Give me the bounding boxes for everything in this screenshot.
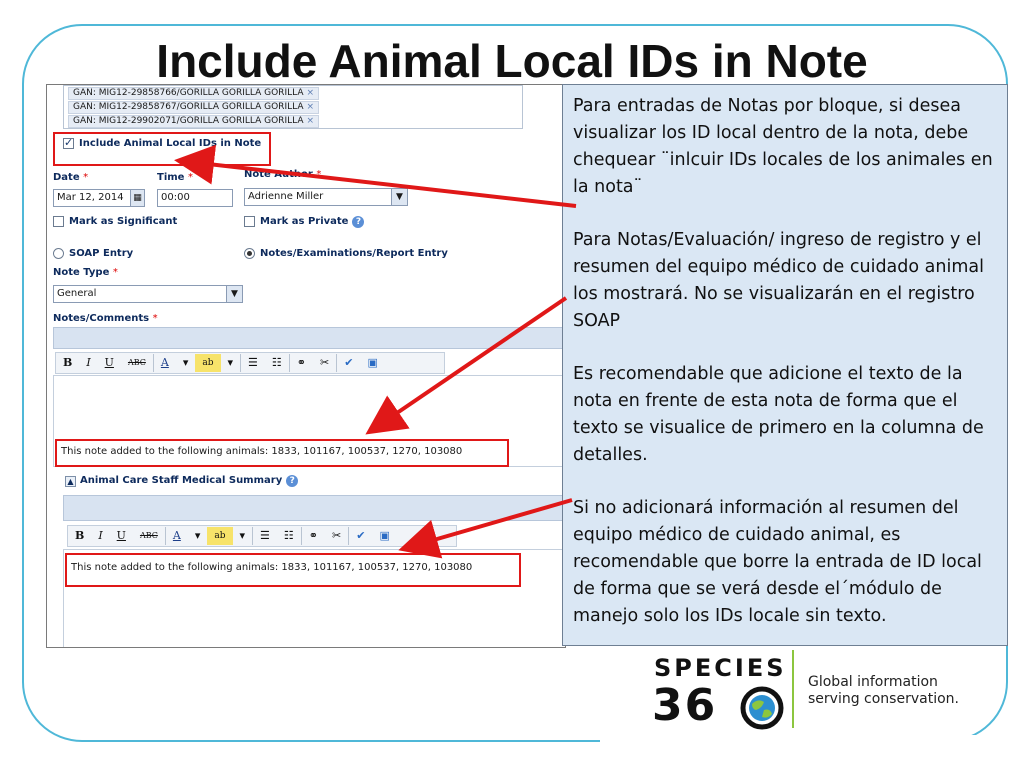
mark-private-checkbox[interactable] <box>244 216 255 227</box>
bold-button[interactable]: B <box>56 354 79 372</box>
note-type-label: Note Type * <box>53 267 118 278</box>
summary-toolbar: B I U ABC A ▾ ab ▾ ☰ ☷ ⚭ ✂ ✔ ▣ <box>67 525 457 547</box>
logo-word: SPECIES <box>654 654 787 682</box>
animal-chip[interactable]: GAN: MIG12-29902071/GORILLA GORILLA GORI… <box>68 115 320 128</box>
time-label: Time * <box>157 172 193 183</box>
notes-entry-radio[interactable] <box>244 248 255 259</box>
staff-summary-header[interactable]: ▲ Animal Care Staff Medical Summary? <box>65 475 299 487</box>
logo-divider <box>792 650 794 728</box>
date-label: Date * <box>53 172 89 183</box>
link-icon[interactable]: ⚭ <box>290 354 313 372</box>
bulleted-list-icon[interactable]: ☰ <box>253 527 277 545</box>
underline-button[interactable]: U <box>98 354 121 372</box>
include-local-ids-checkbox[interactable] <box>63 136 74 149</box>
font-color-button[interactable]: A <box>154 354 176 372</box>
strikethrough-button[interactable]: ABC <box>133 527 166 545</box>
numbered-list-icon[interactable]: ☷ <box>265 354 290 372</box>
italic-button[interactable]: I <box>79 354 97 372</box>
species360-logo: SPECIES 36 Global information serving co… <box>650 650 970 731</box>
notes-text: This note added to the following animals… <box>61 446 463 457</box>
help-icon[interactable]: ? <box>352 216 365 228</box>
bold-button[interactable]: B <box>68 527 91 545</box>
notes-entry-label: Notes/Examinations/Report Entry <box>260 248 448 259</box>
mark-significant-checkbox[interactable] <box>53 216 64 227</box>
unlink-icon[interactable]: ✂ <box>325 527 350 545</box>
collapse-icon[interactable]: ▲ <box>65 476 76 487</box>
source-icon[interactable]: ▣ <box>360 354 384 372</box>
mark-private-label: Mark as Private? <box>260 216 365 228</box>
numbered-list-icon[interactable]: ☷ <box>277 527 302 545</box>
note-author-label: Note Author * <box>244 169 322 180</box>
notes-editor-header <box>53 327 565 349</box>
chevron-down-icon[interactable]: ▼ <box>226 286 242 302</box>
callout-box: Para entradas de Notas por bloque, si de… <box>562 84 1008 646</box>
slide-title: Include Animal Local IDs in Note <box>156 35 868 87</box>
remove-icon[interactable]: × <box>306 88 314 98</box>
include-local-ids-label: Include Animal Local IDs in Note <box>79 138 262 149</box>
highlight-button[interactable]: ab <box>207 527 233 545</box>
summary-text: This note added to the following animals… <box>71 562 473 573</box>
soap-entry-label: SOAP Entry <box>69 248 134 259</box>
chevron-down-icon[interactable]: ▼ <box>391 189 407 205</box>
callout-paragraph: Para entradas de Notas por bloque, si de… <box>573 96 993 197</box>
soap-entry-radio[interactable] <box>53 248 64 259</box>
callout-paragraph: Es recomendable que adicione el texto de… <box>573 364 984 465</box>
link-icon[interactable]: ⚭ <box>302 527 325 545</box>
notes-comments-label: Notes/Comments * <box>53 313 158 324</box>
remove-icon[interactable]: × <box>306 102 314 112</box>
italic-button[interactable]: I <box>91 527 109 545</box>
chevron-down-icon[interactable]: ▾ <box>221 354 242 372</box>
note-author-select[interactable]: Adrienne Miller ▼ <box>244 188 408 206</box>
unlink-icon[interactable]: ✂ <box>313 354 338 372</box>
time-field[interactable]: 00:00 <box>157 189 233 207</box>
chevron-down-icon[interactable]: ▾ <box>188 527 208 545</box>
underline-button[interactable]: U <box>110 527 133 545</box>
remove-icon[interactable]: × <box>306 116 314 126</box>
animal-list: GAN: MIG12-29858766/GORILLA GORILLA GORI… <box>63 85 523 129</box>
mark-significant-label: Mark as Significant <box>69 216 178 227</box>
help-icon[interactable]: ? <box>286 475 299 487</box>
callout-paragraph: Si no adicionará información al resumen … <box>573 498 982 626</box>
highlight-button[interactable]: ab <box>195 354 221 372</box>
form-screenshot: GAN: MIG12-29858766/GORILLA GORILLA GORI… <box>46 84 566 648</box>
callout-paragraph: Para Notas/Evaluación/ ingreso de regist… <box>573 230 984 331</box>
strikethrough-button[interactable]: ABC <box>121 354 154 372</box>
globe-icon <box>740 686 784 730</box>
bulleted-list-icon[interactable]: ☰ <box>241 354 265 372</box>
chevron-down-icon[interactable]: ▾ <box>176 354 196 372</box>
animal-chip[interactable]: GAN: MIG12-29858766/GORILLA GORILLA GORI… <box>68 87 320 100</box>
spellcheck-icon[interactable]: ✔ <box>349 527 372 545</box>
logo-tagline: Global information serving conservation. <box>808 674 959 707</box>
date-field[interactable]: Mar 12, 2014 ▦ <box>53 189 145 207</box>
summary-editor-header <box>63 495 565 521</box>
chevron-down-icon[interactable]: ▾ <box>233 527 254 545</box>
animal-chip[interactable]: GAN: MIG12-29858767/GORILLA GORILLA GORI… <box>68 101 320 114</box>
source-icon[interactable]: ▣ <box>372 527 396 545</box>
spellcheck-icon[interactable]: ✔ <box>337 354 360 372</box>
font-color-button[interactable]: A <box>166 527 188 545</box>
notes-toolbar: B I U ABC A ▾ ab ▾ ☰ ☷ ⚭ ✂ ✔ ▣ <box>55 352 445 374</box>
note-type-select[interactable]: General ▼ <box>53 285 243 303</box>
logo-number: 36 <box>652 680 718 731</box>
calendar-icon[interactable]: ▦ <box>130 190 144 206</box>
